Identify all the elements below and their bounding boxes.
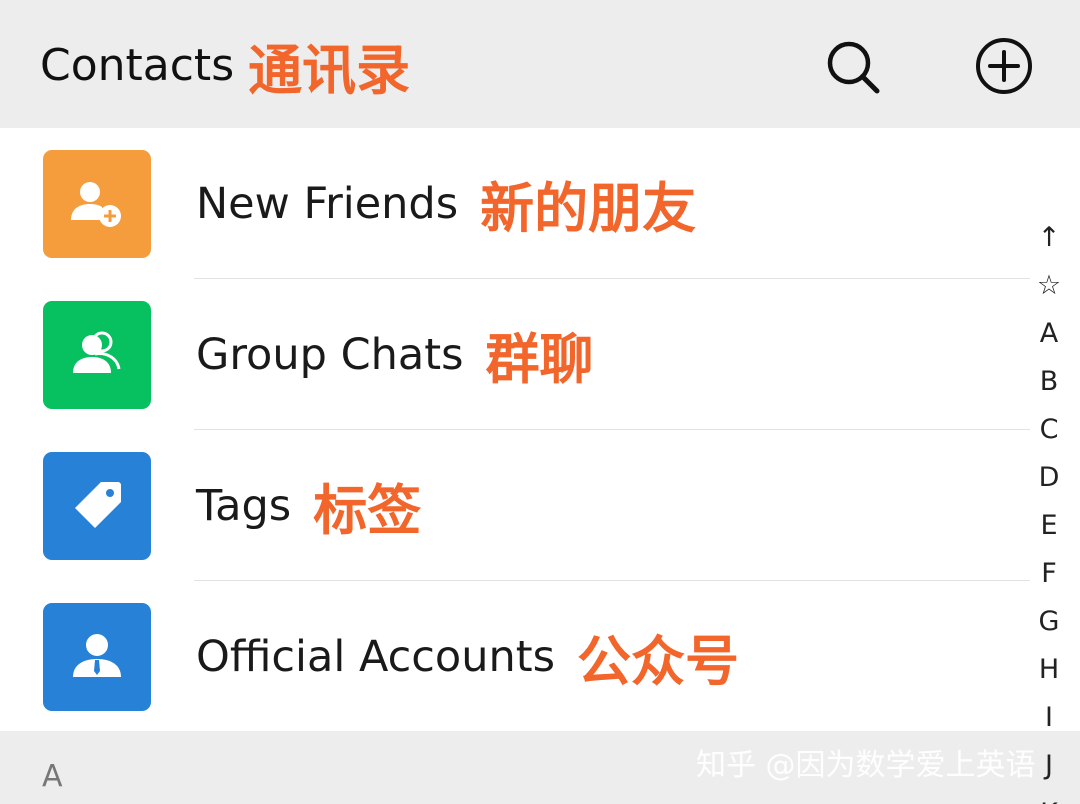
search-button[interactable] bbox=[822, 36, 882, 96]
alphabet-index-bar[interactable]: ↑ ☆ A B C D E F G H I J K bbox=[1028, 216, 1070, 804]
index-j[interactable]: J bbox=[1028, 744, 1070, 788]
index-e[interactable]: E bbox=[1028, 504, 1070, 548]
new-friends-item[interactable]: New Friends 新的朋友 bbox=[0, 128, 1030, 279]
official-accounts-item[interactable]: Official Accounts 公众号 bbox=[0, 581, 1030, 732]
index-a[interactable]: A bbox=[1028, 312, 1070, 356]
add-friend-icon bbox=[71, 182, 121, 227]
label-english: Tags bbox=[196, 480, 292, 531]
label-english: New Friends bbox=[196, 178, 459, 229]
index-i[interactable]: I bbox=[1028, 696, 1070, 740]
index-d[interactable]: D bbox=[1028, 456, 1070, 500]
label-chinese-annotation: 新的朋友 bbox=[480, 177, 697, 240]
tag-icon bbox=[75, 482, 121, 528]
title-chinese-annotation: 通讯录 bbox=[248, 38, 411, 102]
label-chinese-annotation: 标签 bbox=[313, 479, 422, 542]
index-c[interactable]: C bbox=[1028, 408, 1070, 452]
group-chats-label: Group Chats 群聊 bbox=[196, 307, 593, 402]
official-accounts-label: Official Accounts 公众号 bbox=[196, 609, 739, 704]
title-english: Contacts bbox=[40, 39, 235, 91]
index-k[interactable]: K bbox=[1028, 792, 1070, 804]
official-accounts-tile bbox=[43, 603, 151, 711]
group-icon bbox=[73, 331, 121, 373]
index-top[interactable]: ↑ bbox=[1028, 216, 1070, 260]
label-chinese-annotation: 群聊 bbox=[485, 328, 594, 391]
index-b[interactable]: B bbox=[1028, 360, 1070, 404]
new-friends-tile bbox=[43, 150, 151, 258]
index-f[interactable]: F bbox=[1028, 552, 1070, 596]
zhihu-watermark: 知乎 @因为数学爱上英语 bbox=[696, 748, 1036, 783]
page-title: Contacts 通讯录 bbox=[40, 30, 410, 102]
index-h[interactable]: H bbox=[1028, 648, 1070, 692]
tags-item[interactable]: Tags 标签 bbox=[0, 430, 1030, 581]
tags-tile bbox=[43, 452, 151, 560]
group-chats-item[interactable]: Group Chats 群聊 bbox=[0, 279, 1030, 430]
top-bar: Contacts 通讯录 bbox=[0, 0, 1080, 128]
group-chats-tile bbox=[43, 301, 151, 409]
label-english: Official Accounts bbox=[196, 631, 555, 682]
tags-label: Tags 标签 bbox=[196, 458, 421, 553]
section-letter: A bbox=[42, 759, 63, 794]
add-circle-icon bbox=[976, 38, 1032, 94]
index-g[interactable]: G bbox=[1028, 600, 1070, 644]
add-button[interactable] bbox=[974, 36, 1034, 96]
index-star[interactable]: ☆ bbox=[1028, 264, 1070, 308]
label-english: Group Chats bbox=[196, 329, 464, 380]
new-friends-label: New Friends 新的朋友 bbox=[196, 156, 696, 251]
official-account-icon bbox=[73, 634, 121, 677]
search-icon bbox=[827, 41, 880, 94]
label-chinese-annotation: 公众号 bbox=[577, 630, 739, 693]
